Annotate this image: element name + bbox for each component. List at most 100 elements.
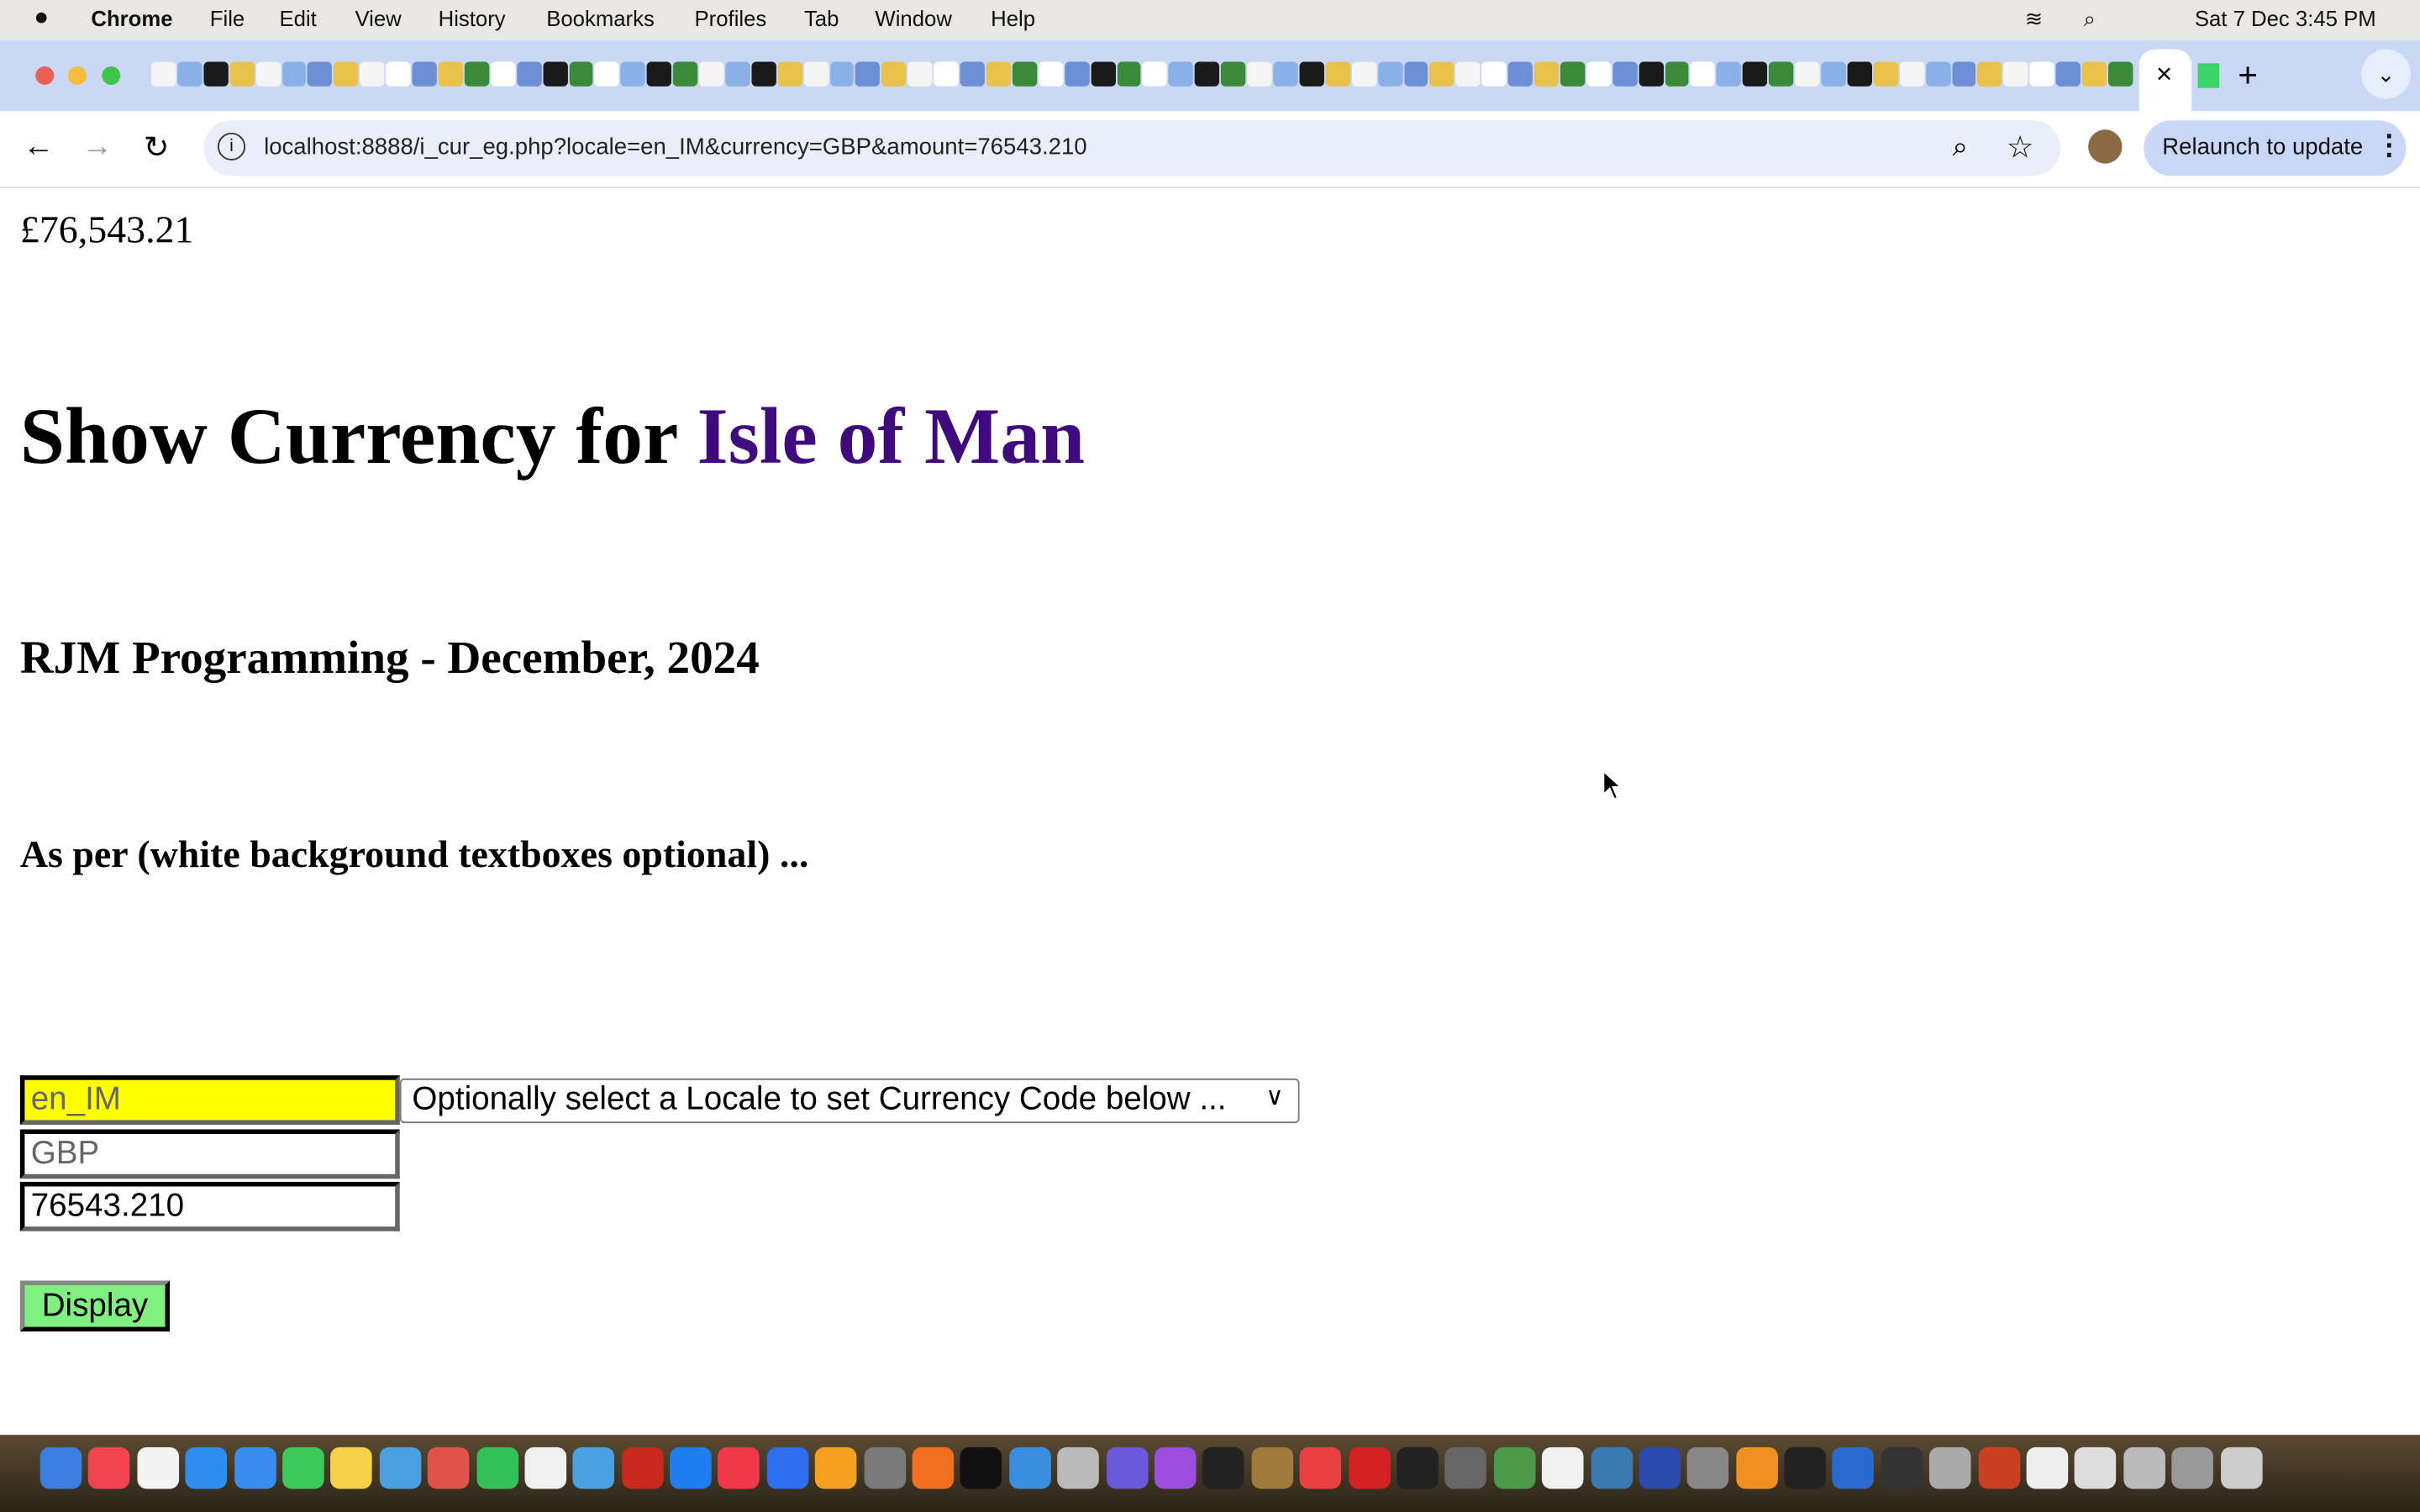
dock-app-icon[interactable] [1735,1446,1778,1489]
pinned-tab-favicon[interactable] [1429,61,1455,87]
dock-app-icon[interactable] [1202,1446,1245,1489]
tab-close-icon[interactable]: × [2156,59,2172,92]
pinned-tab-favicon[interactable] [1951,61,1976,87]
pinned-tab-favicon[interactable] [620,61,646,87]
dock-app-icon[interactable] [1251,1446,1293,1489]
close-window-button[interactable] [35,66,55,86]
dock-app-icon[interactable] [2123,1446,2165,1489]
dock-app-icon[interactable] [137,1446,179,1489]
pinned-tab-favicon[interactable] [1169,61,1194,87]
dock-app-icon[interactable] [863,1446,906,1489]
maximize-window-button[interactable] [102,66,121,86]
pinned-tab-favicon[interactable] [542,61,568,87]
pinned-tab-favicon[interactable] [829,61,855,87]
pinned-tab-favicon[interactable] [1977,61,2002,87]
dock-app-icon[interactable] [1493,1446,1536,1489]
pinned-tab-favicon[interactable] [855,61,881,87]
pinned-tab-favicon[interactable] [1743,61,1768,87]
menu-profiles[interactable]: Profiles [695,6,767,30]
pinned-tab-favicon[interactable] [934,61,959,87]
locale-select[interactable]: Optionally select a Locale to set Curren… [399,1078,1300,1124]
pinned-tab-favicon[interactable] [1534,61,1559,87]
menu-history[interactable]: History [439,6,506,30]
dock-app-icon[interactable] [330,1446,373,1489]
tab-search-button[interactable]: ⌄ [2361,49,2411,99]
forward-icon[interactable]: → [82,129,113,165]
pinned-tab-favicon[interactable] [1612,61,1638,87]
dock-app-icon[interactable] [282,1446,324,1489]
pinned-tab-favicon[interactable] [751,61,776,87]
pinned-tab-favicon[interactable] [2029,61,2054,87]
pinned-tab-favicon[interactable] [360,61,385,87]
pinned-tab-favicon[interactable] [1638,61,1664,87]
dock-app-icon[interactable] [88,1446,131,1489]
pinned-tab-favicon[interactable] [2003,61,2028,87]
menu-view[interactable]: View [355,6,401,30]
pinned-tab-favicon[interactable] [1403,61,1428,87]
dock-app-icon[interactable] [960,1446,1002,1489]
pinned-tab-favicon[interactable] [281,61,307,87]
pinned-tab-favicon[interactable] [646,61,672,87]
reload-icon[interactable]: ↻ [144,128,170,166]
pinned-tab-favicon[interactable] [386,61,411,87]
pinned-tab-favicon[interactable] [2081,61,2107,87]
amount-input[interactable] [19,1181,400,1231]
dock-app-icon[interactable] [1833,1446,1875,1489]
pinned-tab-favicon[interactable] [1691,61,1716,87]
pinned-tab-favicon[interactable] [725,61,750,87]
pinned-tab-favicon[interactable] [464,61,489,87]
pinned-tab-favicon[interactable] [1064,61,1090,87]
dock-app-icon[interactable] [2026,1446,2069,1489]
pinned-tab-favicon[interactable] [699,61,724,87]
pinned-tab-favicon[interactable] [1560,61,1586,87]
dock-app-icon[interactable] [572,1446,615,1489]
pinned-tab-favicon[interactable] [594,61,620,87]
more-menu-icon[interactable]: ⋮ [2375,129,2403,162]
dock-app-icon[interactable] [718,1446,760,1489]
menu-edit[interactable]: Edit [279,6,316,30]
dock-app-icon[interactable] [670,1446,712,1489]
pinned-tab-favicon[interactable] [803,61,829,87]
tab-k-favicon[interactable] [2197,63,2220,88]
menu-app-name[interactable]: Chrome [91,6,172,30]
url-text[interactable]: localhost:8888/i_cur_eg.php?locale=en_IM… [264,134,1087,160]
display-button[interactable]: Display [19,1280,171,1332]
pinned-tab-favicon[interactable] [1351,61,1376,87]
dock-app-icon[interactable] [39,1446,82,1489]
dock-app-icon[interactable] [815,1446,857,1489]
dock-app-icon[interactable] [1590,1446,1633,1489]
dock-app-icon[interactable] [234,1446,276,1489]
bookmark-star-icon[interactable]: ☆ [2007,128,2034,166]
pinned-tab-favicon[interactable] [1795,61,1820,87]
dock-app-icon[interactable] [1444,1446,1487,1489]
dock-app-icon[interactable] [1397,1446,1439,1489]
address-bar[interactable]: i localhost:8888/i_cur_eg.php?locale=en_… [203,120,2061,176]
pinned-tab-favicon[interactable] [308,61,333,87]
dock-app-icon[interactable] [1784,1446,1826,1489]
pinned-tab-favicon[interactable] [1586,61,1612,87]
dock-app-icon[interactable] [428,1446,470,1489]
menu-tab[interactable]: Tab [804,6,839,30]
menu-bookmarks[interactable]: Bookmarks [546,6,655,30]
dock-app-icon[interactable] [1106,1446,1148,1489]
dock-app-icon[interactable] [912,1446,955,1489]
pinned-tab-favicon[interactable] [1247,61,1272,87]
dock-app-icon[interactable] [766,1446,809,1489]
relaunch-button[interactable]: Relaunch to update ⋮ [2144,120,2407,176]
pinned-tab-favicon[interactable] [908,61,933,87]
pinned-tab-favicon[interactable] [412,61,437,87]
menu-help[interactable]: Help [991,6,1035,30]
pinned-tab-favicon[interactable] [1195,61,1220,87]
menu-file[interactable]: File [210,6,245,30]
dock-app-icon[interactable] [621,1446,664,1489]
new-tab-button[interactable]: + [2238,55,2258,96]
pinned-tab-favicon[interactable] [1665,61,1690,87]
pinned-tabs[interactable] [151,61,2134,89]
dock-app-icon[interactable] [1348,1446,1391,1489]
dock-app-icon[interactable] [1929,1446,1971,1489]
pinned-tab-favicon[interactable] [960,61,985,87]
pinned-tab-favicon[interactable] [1116,61,1142,87]
pinned-tab-favicon[interactable] [255,61,281,87]
dock-app-icon[interactable] [1639,1446,1681,1489]
dock-app-icon[interactable] [1542,1446,1584,1489]
